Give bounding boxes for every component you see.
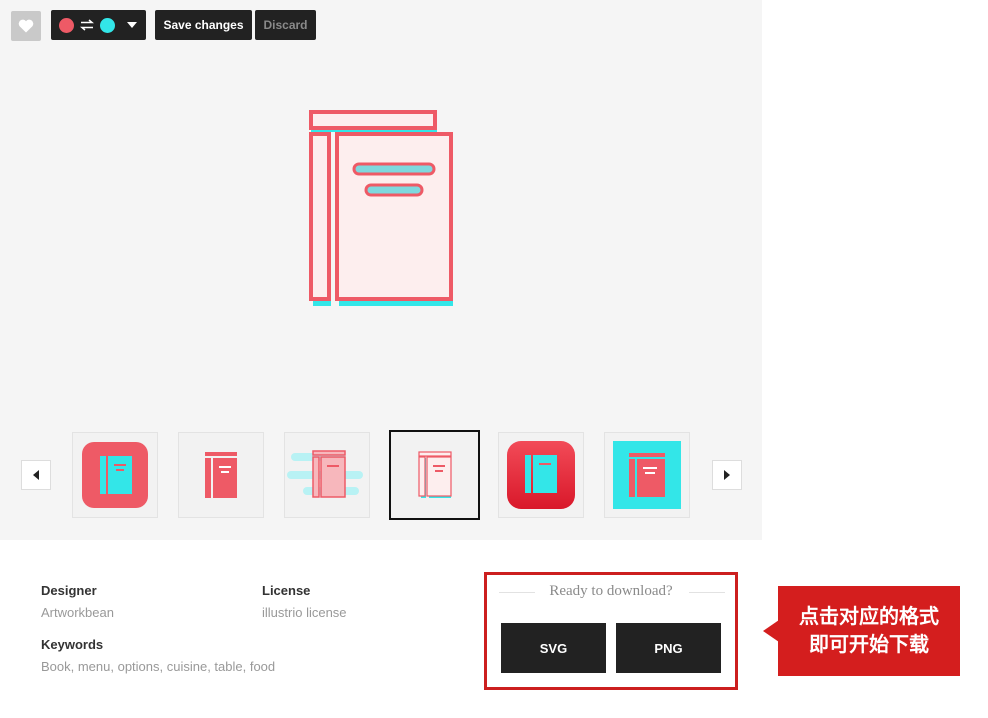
secondary-color-swatch [100,17,115,33]
chevron-left-icon [33,470,39,480]
book-icon [417,451,452,498]
style-thumbnail-selected[interactable] [389,430,480,520]
style-thumbnail[interactable] [498,432,584,518]
download-svg-button[interactable]: SVG [501,623,606,673]
book-icon [205,452,237,498]
license-value: illustrio license [262,605,347,620]
annotation-callout: 点击对应的格式 即可开始下载 [778,586,960,676]
callout-line-1: 点击对应的格式 [799,606,939,628]
book-icon [287,450,363,498]
download-panel: Ready to download? SVG PNG [484,572,738,690]
book-icon [507,441,575,509]
icon-editor-stage: Save changes Discard [0,0,762,540]
style-thumbnail[interactable] [284,432,370,518]
download-png-button[interactable]: PNG [616,623,721,673]
callout-line-2: 即可开始下载 [809,634,929,656]
book-icon [82,442,148,508]
license-label: License [262,583,311,598]
designer-label: Designer [41,583,97,598]
divider [689,592,725,593]
keywords-label: Keywords [41,637,104,652]
style-thumbnail[interactable] [604,432,690,518]
keywords-value: Book, menu, options, cuisine, table, foo… [41,659,276,674]
favorite-button[interactable] [11,11,41,41]
designer-value: Artworkbean [41,605,114,620]
carousel-prev-button[interactable] [21,460,51,490]
heart-icon [18,19,34,33]
book-icon [613,441,681,509]
style-thumbnail[interactable] [178,432,264,518]
book-icon-preview [309,110,453,306]
primary-color-swatch [59,17,74,33]
chevron-right-icon [724,470,730,480]
color-swap-dropdown[interactable] [51,10,146,40]
style-thumbnail[interactable] [72,432,158,518]
callout-pointer [763,620,779,642]
discard-button[interactable]: Discard [255,10,316,40]
chevron-down-icon [127,22,137,28]
carousel-next-button[interactable] [712,460,742,490]
style-carousel [0,428,762,522]
swap-arrows-icon [78,18,96,32]
save-changes-button[interactable]: Save changes [155,10,252,40]
